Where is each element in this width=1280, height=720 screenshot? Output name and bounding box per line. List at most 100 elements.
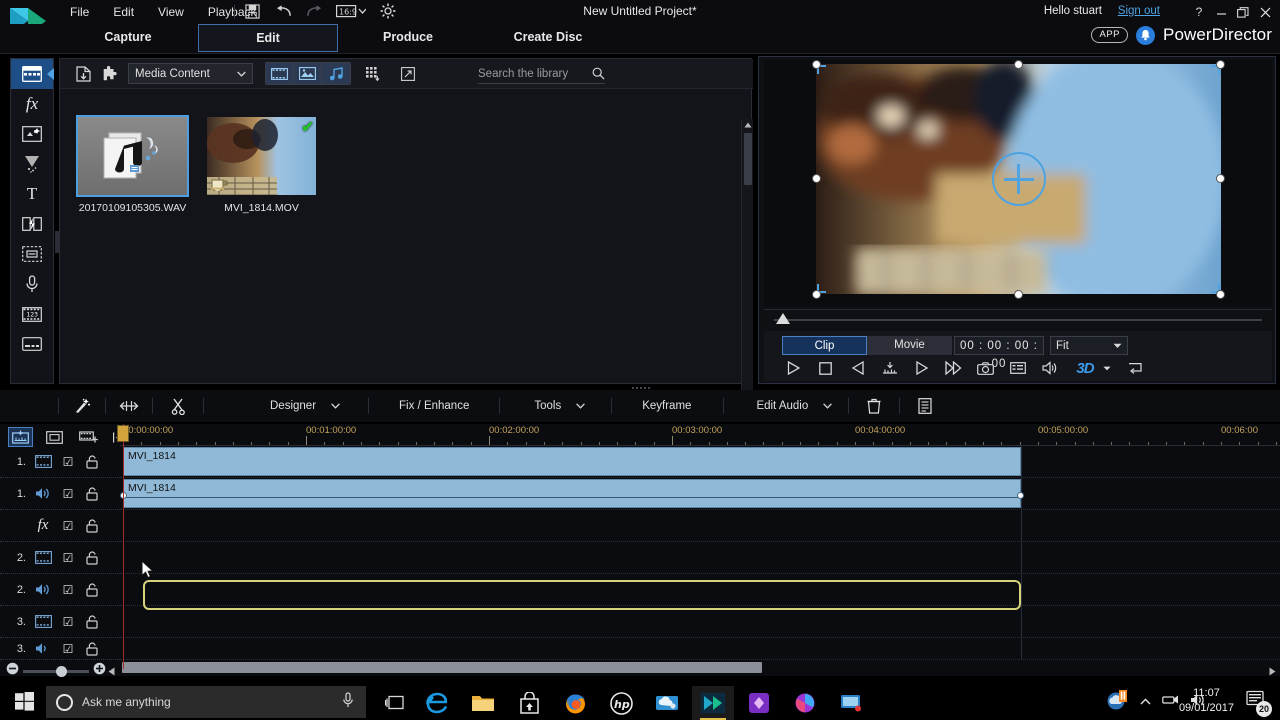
resize-handle-bc[interactable] bbox=[1015, 291, 1022, 298]
trash-icon[interactable] bbox=[861, 395, 887, 417]
microphone-icon[interactable] bbox=[342, 691, 354, 713]
resize-handle-br[interactable] bbox=[1217, 291, 1224, 298]
track-lock-icon[interactable] bbox=[80, 641, 104, 656]
sign-out-link[interactable]: Sign out bbox=[1118, 5, 1160, 17]
sidebar-item-subtitle-room[interactable] bbox=[11, 329, 53, 359]
track-lock-icon[interactable] bbox=[80, 550, 104, 565]
preferences-gear-icon[interactable] bbox=[379, 2, 397, 20]
free-view-button[interactable] bbox=[1125, 359, 1144, 377]
tab-create-disc[interactable]: Create Disc bbox=[478, 24, 618, 52]
play-button[interactable] bbox=[784, 359, 803, 377]
timeline-horizontal-scrollbar[interactable] bbox=[108, 662, 1276, 676]
undo-icon[interactable] bbox=[274, 2, 292, 20]
track-header-fx[interactable]: fx ☑ bbox=[0, 510, 120, 542]
clip-end-handle[interactable] bbox=[1017, 492, 1024, 499]
filter-audio-button[interactable] bbox=[322, 63, 350, 84]
timeline-view-button[interactable] bbox=[8, 427, 33, 447]
filter-image-button[interactable] bbox=[294, 63, 322, 84]
track-enable-checkbox[interactable]: ☑ bbox=[56, 583, 80, 597]
track-header-audio-1[interactable]: 1. ☑ bbox=[0, 478, 120, 510]
file-explorer-button[interactable] bbox=[462, 686, 504, 720]
save-icon[interactable] bbox=[243, 2, 261, 20]
scissors-icon[interactable] bbox=[165, 395, 191, 417]
content-filter-select[interactable]: Media Content bbox=[128, 63, 253, 84]
tools-button[interactable]: Tools bbox=[526, 400, 569, 412]
start-button[interactable] bbox=[6, 689, 42, 713]
scrollbar-thumb[interactable] bbox=[122, 662, 762, 673]
timeline-playhead[interactable] bbox=[117, 424, 129, 669]
tools-chevron-down-icon[interactable] bbox=[569, 395, 591, 417]
close-button[interactable] bbox=[1254, 2, 1276, 22]
stop-button[interactable] bbox=[816, 359, 835, 377]
sidebar-item-voiceover-room[interactable] bbox=[11, 269, 53, 299]
clip-mode-button[interactable]: Clip bbox=[782, 336, 867, 355]
library-scrollbar[interactable] bbox=[741, 119, 753, 415]
zoom-slider-knob[interactable] bbox=[56, 665, 67, 677]
minimize-button[interactable] bbox=[1210, 2, 1232, 22]
resize-handle-mr[interactable] bbox=[1217, 175, 1224, 182]
resize-handle-ml[interactable] bbox=[813, 175, 820, 182]
photo-app-button[interactable] bbox=[784, 686, 826, 720]
fix-enhance-button[interactable]: Fix / Enhance bbox=[391, 400, 477, 412]
keyframe-button[interactable]: Keyframe bbox=[634, 400, 699, 412]
track-lane-audio-3[interactable] bbox=[120, 638, 1280, 660]
next-frame-button[interactable] bbox=[912, 359, 931, 377]
screen-recorder-button[interactable] bbox=[830, 686, 872, 720]
onedrive-tray-icon[interactable] bbox=[1107, 689, 1129, 716]
resize-handle-tr[interactable] bbox=[1217, 61, 1224, 68]
movie-mode-button[interactable]: Movie bbox=[867, 336, 952, 355]
show-hidden-icons-button[interactable] bbox=[1140, 693, 1151, 711]
storyboard-view-button[interactable] bbox=[42, 427, 67, 447]
track-enable-checkbox[interactable]: ☑ bbox=[56, 455, 80, 469]
3d-mode-button[interactable]: 3D bbox=[1072, 359, 1098, 377]
volume-button[interactable] bbox=[1040, 359, 1059, 377]
scrubber-handle[interactable] bbox=[776, 313, 790, 324]
track-enable-checkbox[interactable]: ☑ bbox=[56, 615, 80, 629]
taskbar-clock[interactable]: 11:07 09/01/2017 bbox=[1179, 686, 1234, 716]
task-view-button[interactable] bbox=[374, 686, 416, 720]
zoom-out-button[interactable] bbox=[6, 662, 19, 680]
powerdirector-button[interactable] bbox=[692, 686, 734, 720]
sidebar-item-pip-designer-room[interactable] bbox=[11, 239, 53, 269]
designer-chevron-down-icon[interactable] bbox=[324, 395, 346, 417]
previous-frame-button[interactable] bbox=[848, 359, 867, 377]
hp-support-button[interactable]: hp bbox=[600, 686, 642, 720]
tab-edit[interactable]: Edit bbox=[198, 24, 338, 52]
track-lock-icon[interactable] bbox=[80, 614, 104, 629]
creative-app-button[interactable] bbox=[738, 686, 780, 720]
scroll-left-arrow-icon[interactable] bbox=[108, 663, 115, 681]
pip-position-crosshair-icon[interactable] bbox=[991, 152, 1046, 206]
trim-icon[interactable] bbox=[116, 395, 142, 417]
track-enable-checkbox[interactable]: ☑ bbox=[56, 551, 80, 565]
microsoft-edge-button[interactable] bbox=[416, 686, 458, 720]
preview-timecode[interactable]: 00 : 00 : 00 : 00 bbox=[954, 336, 1044, 370]
microsoft-store-button[interactable] bbox=[508, 686, 550, 720]
track-enable-checkbox[interactable]: ☑ bbox=[56, 519, 80, 533]
sidebar-item-pip-objects-room[interactable] bbox=[11, 119, 53, 149]
sidebar-item-particle-room[interactable] bbox=[11, 149, 53, 179]
magic-wand-icon[interactable] bbox=[69, 395, 95, 417]
audio-drop-target[interactable] bbox=[143, 580, 1021, 610]
sidebar-item-transition-room[interactable] bbox=[11, 209, 53, 239]
track-lane-video-3[interactable] bbox=[120, 606, 1280, 638]
grid-view-icon[interactable] bbox=[360, 63, 386, 84]
import-media-button[interactable] bbox=[70, 62, 96, 86]
app-badge[interactable]: APP bbox=[1091, 27, 1128, 43]
resize-handle-tl[interactable] bbox=[813, 61, 820, 68]
edit-audio-chevron-down-icon[interactable] bbox=[816, 395, 838, 417]
preview-scrubber[interactable] bbox=[764, 309, 1272, 329]
timeline-ruler[interactable]: 00:00:00:00 00:01:00:00 00:02:00:00 00:0… bbox=[120, 424, 1280, 446]
track-header-video-1[interactable]: 1. ☑ bbox=[0, 446, 120, 478]
zoom-in-button[interactable] bbox=[93, 662, 106, 680]
notes-icon[interactable] bbox=[912, 395, 938, 417]
track-lock-icon[interactable] bbox=[80, 582, 104, 597]
help-button[interactable]: ? bbox=[1188, 2, 1210, 22]
filter-video-button[interactable] bbox=[266, 63, 294, 84]
cortana-search-box[interactable]: Ask me anything bbox=[46, 686, 366, 718]
track-lane-video-1[interactable]: MVI_1814 bbox=[120, 446, 1280, 478]
search-box[interactable] bbox=[478, 64, 605, 84]
menu-edit[interactable]: Edit bbox=[103, 3, 144, 21]
track-header-audio-3[interactable]: 3. ☑ bbox=[0, 638, 120, 660]
track-lane-audio-1[interactable]: MVI_1814 bbox=[120, 478, 1280, 510]
track-enable-checkbox[interactable]: ☑ bbox=[56, 487, 80, 501]
